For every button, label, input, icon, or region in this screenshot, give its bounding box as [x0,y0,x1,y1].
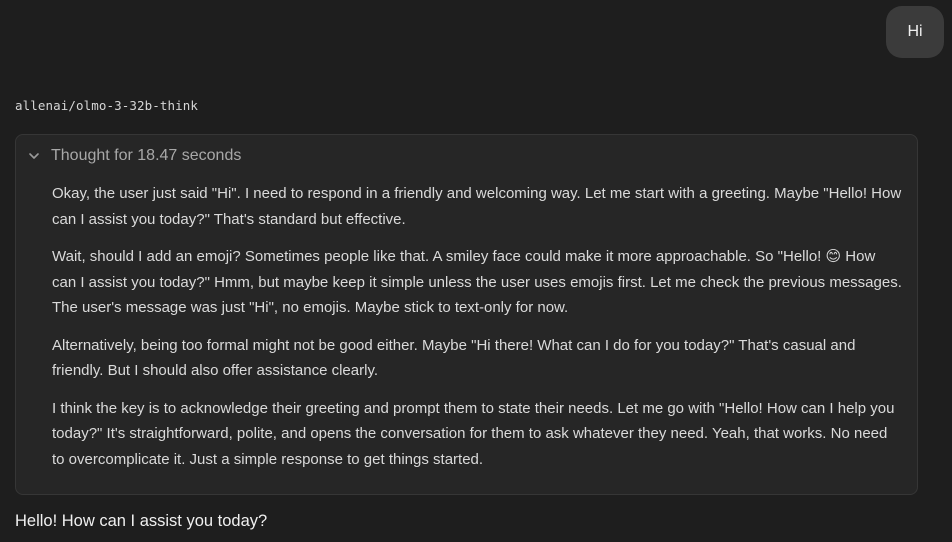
assistant-answer: Hello! How can I assist you today? [15,512,268,530]
thought-paragraph: I think the key is to acknowledge their … [52,399,895,468]
model-name-label: allenai/olmo-3-32b-think [15,98,199,113]
thought-panel: Thought for 18.47 seconds Okay, the user… [15,134,918,495]
user-message-bubble: Hi [886,6,944,58]
thought-paragraph: Wait, should I add an emoji? Sometimes p… [52,248,902,316]
thought-paragraph: Alternatively, being too formal might no… [52,336,856,380]
thought-duration-label: Thought for 18.47 seconds [51,147,242,164]
thought-paragraph: Okay, the user just said "Hi". I need to… [52,185,902,228]
thought-content: Okay, the user just said "Hi". I need to… [52,181,902,484]
chat-view: Hi allenai/olmo-3-32b-think Thought for … [0,0,952,542]
user-message-text: Hi [907,23,923,40]
chevron-down-icon [29,153,39,159]
thought-toggle[interactable]: Thought for 18.47 seconds [26,147,241,165]
